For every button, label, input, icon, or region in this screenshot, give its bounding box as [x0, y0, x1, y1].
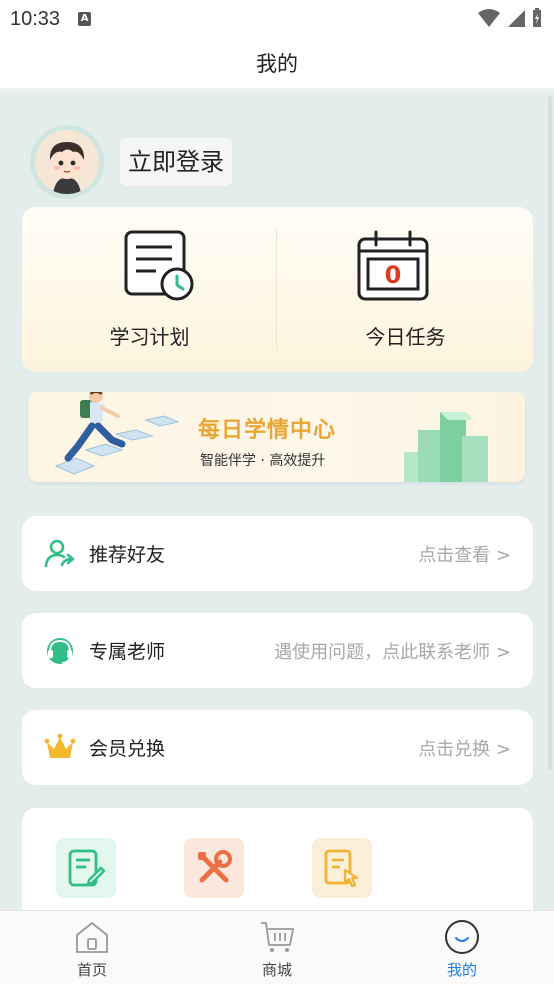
headset-icon	[47, 638, 73, 664]
quick-divider	[276, 229, 277, 351]
daily-study-center-banner[interactable]: 每日学情中心 智能伴学 · 高效提升	[28, 392, 525, 482]
nav-mine[interactable]: 我的	[402, 911, 522, 984]
city-buildings-illustration	[404, 412, 488, 482]
member-redeem-label: 会员兑换	[89, 738, 166, 760]
nav-mall[interactable]: 商城	[217, 911, 337, 984]
status-indicators	[478, 8, 542, 28]
study-plan-label: 学习计划	[109, 325, 190, 349]
status-time: 10:33	[10, 7, 61, 30]
bottom-nav: 首页 商城 我的	[0, 910, 554, 984]
tools-icon	[198, 850, 232, 883]
smile-icon	[445, 920, 479, 954]
user-share-icon	[44, 539, 75, 568]
cart-icon	[261, 922, 294, 952]
today-task-count: 0	[384, 261, 402, 289]
nav-mine-label: 我的	[446, 961, 477, 979]
study-plan-button[interactable]: 学习计划	[22, 207, 277, 372]
tool-document-button[interactable]	[312, 838, 372, 898]
tool-edit-note-button[interactable]	[56, 838, 116, 898]
study-plan-icon	[124, 230, 194, 301]
today-task-label: 今日任务	[365, 325, 446, 349]
wifi-icon	[478, 9, 500, 27]
page-header: 我的	[0, 38, 554, 88]
scrollbar[interactable]	[548, 96, 552, 771]
exclusive-teacher-row[interactable]: 专属老师 遇使用问题，点此联系老师 >	[22, 613, 533, 688]
status-bar: 10:33 A	[0, 0, 554, 38]
nav-home[interactable]: 首页	[32, 911, 152, 984]
today-task-button[interactable]: 0 今日任务	[278, 207, 533, 372]
edit-note-icon	[68, 849, 105, 887]
notification-icon: A	[78, 12, 92, 26]
exclusive-teacher-hint: 遇使用问题，点此联系老师 >	[274, 641, 511, 663]
quick-actions-card: 学习计划 0 今日任务	[22, 207, 533, 372]
member-redeem-hint: 点击兑换 >	[418, 738, 511, 760]
login-button[interactable]: 立即登录	[119, 137, 233, 187]
document-tap-icon	[324, 849, 359, 888]
running-student-illustration	[54, 392, 180, 475]
banner-subtitle: 智能伴学 · 高效提升	[200, 453, 326, 469]
avatar-image	[35, 130, 99, 194]
crown-icon	[44, 733, 76, 758]
signal-icon	[508, 10, 525, 27]
boy-avatar-icon	[35, 130, 99, 194]
header-divider	[0, 88, 554, 96]
recommend-friend-label: 推荐好友	[89, 544, 166, 566]
banner-title: 每日学情中心	[198, 418, 337, 443]
recommend-friend-row[interactable]: 推荐好友 点击查看 >	[22, 516, 533, 591]
battery-icon	[533, 8, 541, 27]
page-title: 我的	[256, 52, 298, 76]
tool-settings-button[interactable]	[184, 838, 244, 898]
recommend-friend-hint: 点击查看 >	[418, 544, 511, 566]
avatar[interactable]	[30, 125, 104, 199]
exclusive-teacher-label: 专属老师	[89, 641, 166, 663]
member-redeem-row[interactable]: 会员兑换 点击兑换 >	[22, 710, 533, 785]
home-icon	[76, 922, 108, 953]
nav-home-label: 首页	[76, 961, 107, 979]
nav-mall-label: 商城	[261, 961, 292, 979]
